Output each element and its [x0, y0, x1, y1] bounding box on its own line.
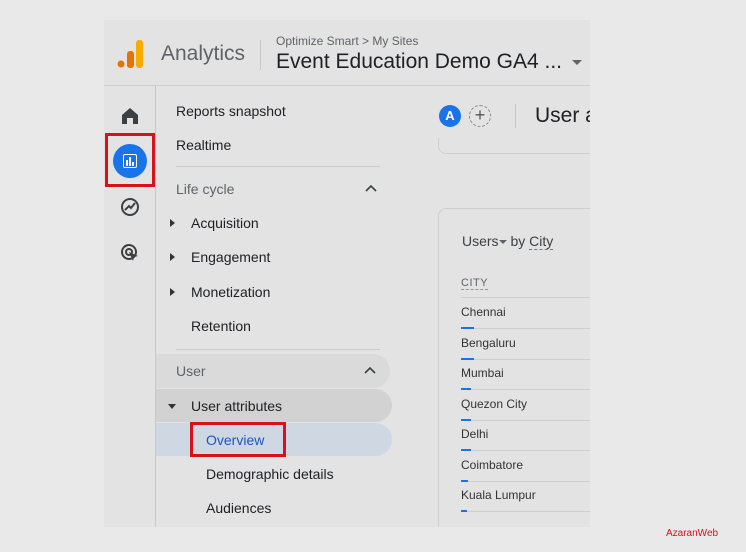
nav-reports-snapshot[interactable]: Reports snapshot	[176, 103, 286, 119]
explore-icon[interactable]	[120, 197, 140, 217]
comparison-avatar[interactable]: A	[439, 105, 461, 127]
app-name: Analytics	[161, 42, 246, 65]
nav-overview[interactable]: Overview	[156, 422, 392, 457]
city-row-label[interactable]: Bengaluru	[461, 336, 516, 350]
nav-section-user-label: User	[176, 363, 206, 379]
nav-demographic-details[interactable]: Demographic details	[206, 466, 334, 482]
header-divider	[260, 40, 261, 70]
row-divider	[461, 511, 590, 512]
nav-divider	[176, 349, 380, 350]
expand-arrow-icon	[170, 219, 175, 227]
nav-section-user[interactable]: User	[156, 354, 390, 388]
nav-realtime[interactable]: Realtime	[176, 137, 231, 153]
advertising-icon[interactable]	[120, 243, 140, 263]
nav-divider	[176, 166, 380, 167]
city-row-label[interactable]: Mumbai	[461, 366, 504, 380]
home-icon[interactable]	[121, 107, 139, 125]
nav-engagement[interactable]: Engagement	[191, 249, 270, 265]
city-share-bar	[461, 327, 474, 329]
header-divider	[461, 297, 590, 298]
city-share-bar	[461, 418, 471, 421]
city-row-label[interactable]: Coimbatore	[461, 458, 523, 472]
analytics-logo	[117, 40, 143, 68]
nav-overview-label: Overview	[206, 432, 265, 448]
city-share-bar	[461, 449, 471, 451]
row-divider	[461, 419, 590, 421]
left-rail	[104, 86, 156, 527]
city-share-bar	[461, 479, 468, 482]
expand-arrow-icon	[170, 288, 175, 296]
column-header-city[interactable]: CITY	[461, 277, 489, 290]
row-divider	[461, 450, 590, 451]
dropdown-arrow-icon	[571, 59, 582, 65]
row-divider	[461, 328, 590, 329]
row-divider	[461, 480, 590, 482]
row-divider	[461, 389, 590, 390]
city-row-label[interactable]: Kuala Lumpur	[461, 488, 536, 502]
nav-user-attributes[interactable]: User attributes	[156, 389, 392, 422]
row-divider	[461, 358, 590, 360]
reports-icon[interactable]	[113, 144, 147, 178]
breadcrumb[interactable]: Optimize Smart > My Sites	[276, 34, 418, 48]
city-share-bar	[461, 357, 474, 360]
nav-audiences[interactable]: Audiences	[206, 500, 271, 516]
city-row-label[interactable]: Delhi	[461, 427, 488, 441]
property-name: Event Education Demo GA4 ...	[276, 50, 562, 73]
nav-monetization[interactable]: Monetization	[191, 284, 270, 300]
page-title: User a	[535, 104, 590, 127]
metric-selector[interactable]: Users	[462, 233, 507, 249]
dimension-selector[interactable]: City	[529, 233, 554, 250]
top-card-edge	[438, 138, 590, 154]
by-label: by	[510, 233, 526, 249]
city-share-bar	[461, 510, 467, 512]
property-selector[interactable]: Event Education Demo GA4 ...	[276, 50, 582, 74]
add-comparison-icon[interactable]: +	[469, 105, 491, 127]
expand-arrow-icon	[170, 253, 175, 261]
city-share-bar	[461, 388, 471, 390]
chevron-up-icon[interactable]	[365, 184, 377, 192]
toolbar-divider	[515, 104, 516, 128]
city-row-label[interactable]: Chennai	[461, 305, 506, 319]
card-title: Users by City	[462, 233, 554, 250]
analytics-app: Analytics Optimize Smart > My Sites Even…	[104, 20, 590, 527]
city-row-label[interactable]: Quezon City	[461, 397, 527, 411]
nav-section-lifecycle[interactable]: Life cycle	[176, 181, 234, 197]
nav-user-attributes-label: User attributes	[191, 398, 283, 414]
header-divider-line	[104, 85, 590, 86]
nav-retention[interactable]: Retention	[191, 318, 251, 334]
dropdown-arrow-icon	[498, 240, 507, 245]
chevron-up-icon[interactable]	[364, 366, 376, 374]
nav-acquisition[interactable]: Acquisition	[191, 215, 259, 231]
watermark: AzaranWeb	[666, 528, 719, 539]
collapse-arrow-icon	[168, 404, 176, 409]
